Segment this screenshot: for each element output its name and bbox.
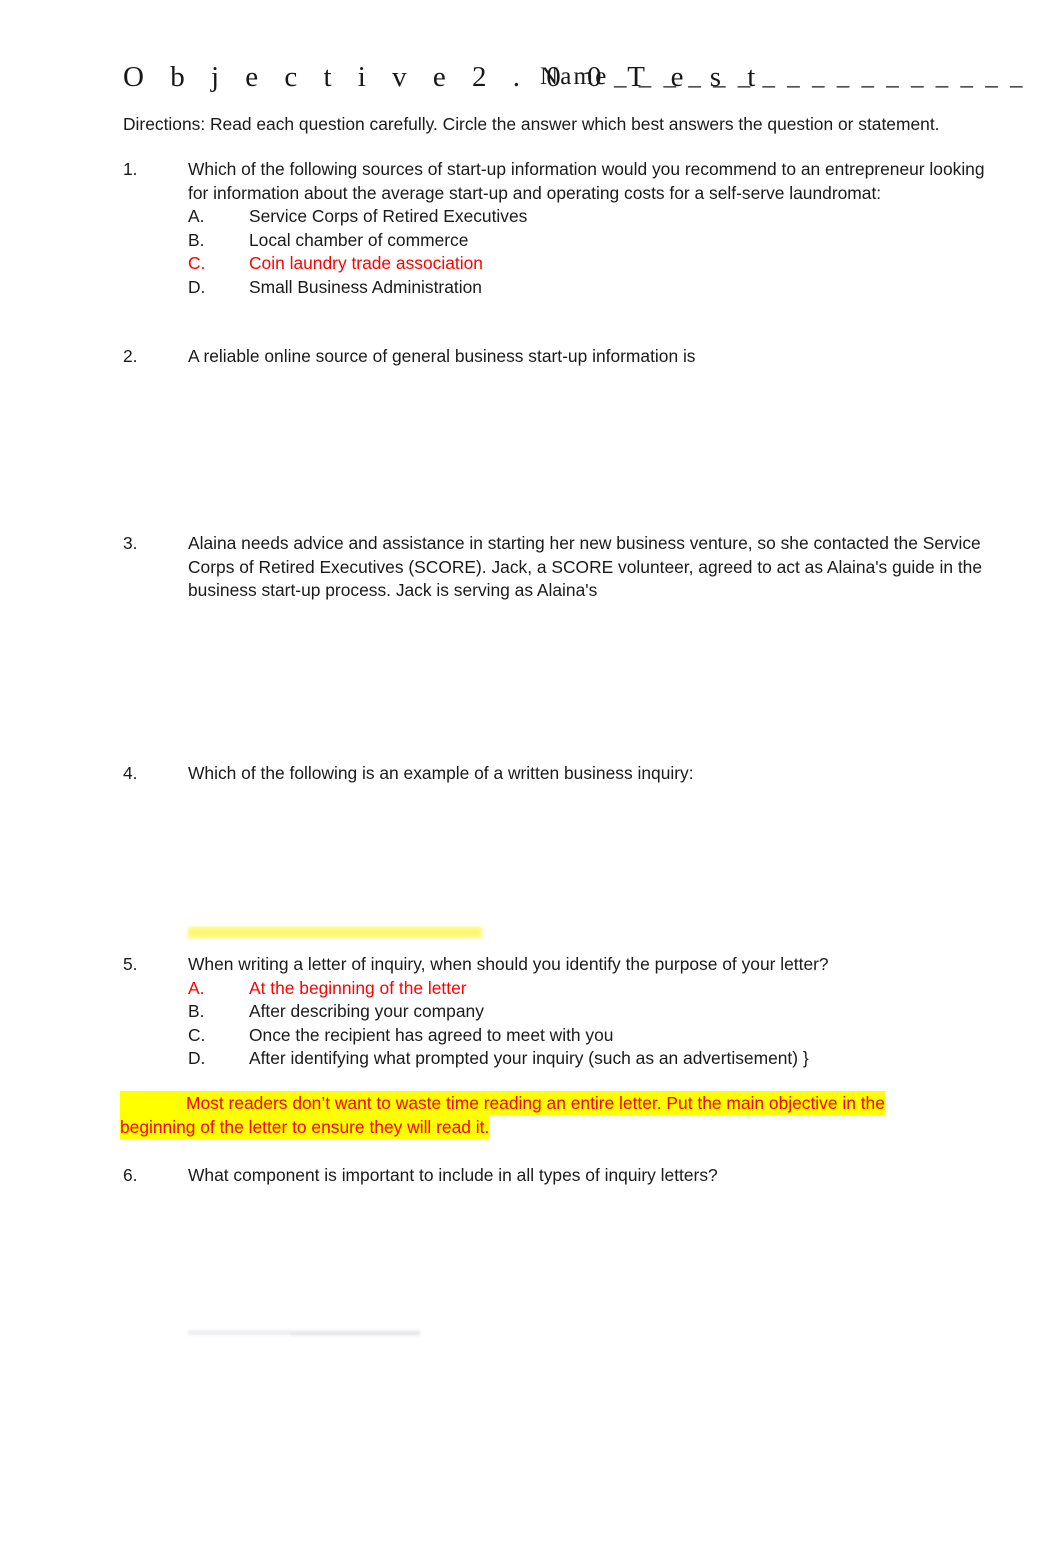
question-5-option-a[interactable]: A. At the beginning of the letter (188, 977, 1003, 1001)
question-6: 6. What component is important to includ… (123, 1164, 1003, 1188)
question-1-option-a[interactable]: A. Service Corps of Retired Executives (188, 205, 1003, 229)
question-1-stem: 1. Which of the following sources of sta… (123, 158, 1003, 205)
directions-text: Directions: Read each question carefully… (123, 114, 940, 134)
name-blank-line: _ _ _ _ _ _ _ _ _ _ _ _ _ _ _ _ _ (614, 63, 1026, 90)
document-page: O b j e c t i v e 2 . 0 0 T e s t Name _… (0, 0, 1062, 1556)
document-header: O b j e c t i v e 2 . 0 0 T e s t Name _… (123, 58, 1053, 100)
option-text: After describing your company (249, 1001, 484, 1021)
option-letter: D. (188, 276, 206, 297)
question-2-text: A reliable online source of general busi… (188, 346, 696, 366)
question-2-number: 2. (123, 346, 138, 366)
question-5-text: When writing a letter of inquiry, when s… (188, 954, 829, 974)
question-6-stem: 6. What component is important to includ… (123, 1164, 1003, 1188)
answer-explanation-note: Most readers don’t want to waste time re… (120, 1091, 920, 1139)
option-text: Once the recipient has agreed to meet wi… (249, 1024, 614, 1045)
question-1-options: A. Service Corps of Retired Executives B.… (188, 205, 1003, 299)
question-5-number: 5. (123, 954, 138, 974)
question-1-option-b[interactable]: B. Local chamber of commerce (188, 229, 1003, 253)
name-label: Name (540, 63, 609, 90)
question-5-options: A. At the beginning of the letter B. After… (188, 977, 1003, 1071)
question-1-number: 1. (123, 159, 138, 179)
question-3-stem: 3. Alaina needs advice and assistance in… (123, 532, 1003, 603)
question-5-option-d[interactable]: D. After identifying what prompted your i… (188, 1047, 1003, 1071)
question-1-option-c[interactable]: C. Coin laundry trade association (188, 252, 1003, 276)
option-text: Coin laundry trade association (249, 253, 483, 273)
question-1-text: Which of the following sources of start-… (188, 159, 985, 203)
option-text: Local chamber of commerce (249, 229, 469, 250)
empty-highlight-mark (188, 927, 482, 938)
option-text: After identifying what prompted your inq… (249, 1048, 809, 1068)
explanation-line-1: Most readers don’t want to waste time re… (186, 1093, 885, 1113)
option-letter: C. (188, 253, 206, 273)
question-5-stem: 5. When writing a letter of inquiry, whe… (123, 953, 1003, 977)
option-letter: B. (188, 229, 205, 250)
option-text: At the beginning of the letter (249, 977, 467, 998)
question-4-text: Which of the following is an example of … (188, 763, 694, 783)
question-5-option-c[interactable]: C. Once the recipient has agreed to meet … (188, 1024, 1003, 1048)
question-3-number: 3. (123, 533, 138, 553)
question-6-text: What component is important to include i… (188, 1165, 718, 1185)
question-1-option-d[interactable]: D. Small Business Administration (188, 276, 1003, 300)
explanation-line-2: beginning of the letter to ensure they w… (120, 1114, 490, 1139)
faint-page-artifact-secondary (290, 1332, 420, 1336)
option-text: Small Business Administration (249, 276, 482, 297)
question-1: 1. Which of the following sources of sta… (123, 158, 1003, 299)
option-letter: C. (188, 1024, 206, 1045)
question-2-stem: 2. A reliable online source of general b… (123, 345, 1003, 369)
option-letter: A. (188, 977, 205, 998)
question-5: 5. When writing a letter of inquiry, whe… (123, 953, 1003, 1071)
question-5-option-b[interactable]: B. After describing your company (188, 1000, 1003, 1024)
option-text: Service Corps of Retired Executives (249, 206, 528, 226)
question-6-number: 6. (123, 1165, 138, 1185)
question-3: 3. Alaina needs advice and assistance in… (123, 532, 1003, 603)
question-3-text: Alaina needs advice and assistance in st… (188, 533, 983, 600)
question-2: 2. A reliable online source of general b… (123, 345, 1003, 369)
option-letter: A. (188, 206, 205, 226)
option-letter: D. (188, 1048, 206, 1068)
option-letter: B. (188, 1001, 205, 1021)
question-4-stem: 4. Which of the following is an example … (123, 762, 1003, 786)
question-4: 4. Which of the following is an example … (123, 762, 1003, 786)
question-4-number: 4. (123, 763, 138, 783)
